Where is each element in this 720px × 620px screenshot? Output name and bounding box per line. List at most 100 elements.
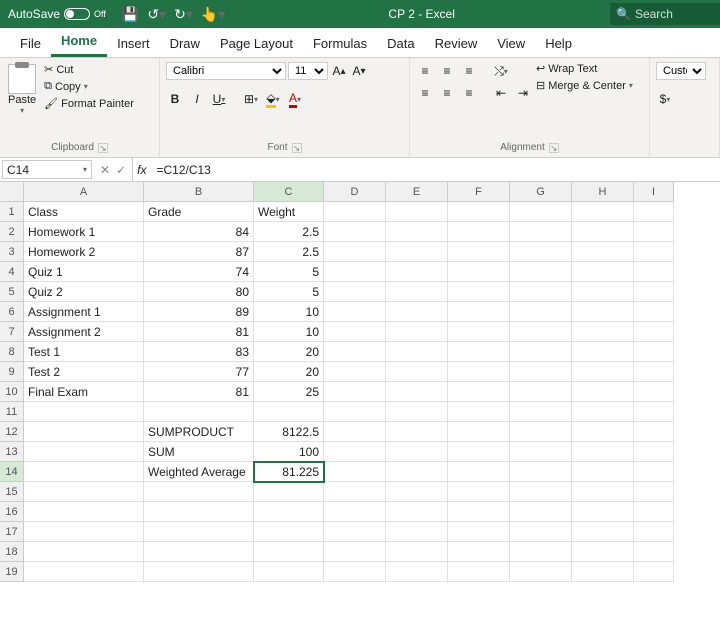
cell[interactable] [448, 462, 510, 482]
tab-data[interactable]: Data [377, 30, 424, 57]
cell[interactable]: Test 1 [24, 342, 144, 362]
tab-home[interactable]: Home [51, 27, 107, 57]
enter-icon[interactable]: ✓ [116, 163, 126, 177]
cell[interactable] [24, 482, 144, 502]
column-header[interactable]: H [572, 182, 634, 202]
cell[interactable] [572, 522, 634, 542]
cell[interactable] [448, 242, 510, 262]
cell[interactable] [324, 462, 386, 482]
decrease-indent-icon[interactable]: ⇤ [492, 84, 510, 102]
cell[interactable] [572, 422, 634, 442]
cell[interactable] [24, 502, 144, 522]
column-header[interactable]: A [24, 182, 144, 202]
cell[interactable]: 84 [144, 222, 254, 242]
touch-mode-icon[interactable]: 👆▾ [201, 6, 225, 23]
row-header[interactable]: 15 [0, 482, 24, 502]
cell[interactable] [572, 482, 634, 502]
cell[interactable] [510, 322, 572, 342]
cell[interactable] [254, 402, 324, 422]
row-header[interactable]: 10 [0, 382, 24, 402]
redo-icon[interactable]: ↻▾ [174, 6, 193, 23]
cell[interactable] [448, 342, 510, 362]
cell[interactable]: 81.225 [254, 462, 324, 482]
cell[interactable] [510, 562, 572, 582]
cell[interactable] [324, 422, 386, 442]
font-name-select[interactable]: Calibri [166, 62, 286, 80]
cell[interactable] [634, 322, 674, 342]
cell[interactable]: Homework 1 [24, 222, 144, 242]
cell[interactable]: 2.5 [254, 242, 324, 262]
cell[interactable]: 10 [254, 322, 324, 342]
cell[interactable] [324, 302, 386, 322]
row-header[interactable]: 17 [0, 522, 24, 542]
decrease-font-icon[interactable]: A▾ [350, 62, 368, 80]
cell[interactable] [324, 222, 386, 242]
cell[interactable] [324, 362, 386, 382]
cell[interactable]: Test 2 [24, 362, 144, 382]
name-box[interactable]: C14▾ [2, 160, 92, 179]
fill-color-button[interactable]: ⬙▾ [264, 90, 282, 108]
row-header[interactable]: 18 [0, 542, 24, 562]
row-header[interactable]: 8 [0, 342, 24, 362]
cell[interactable]: Final Exam [24, 382, 144, 402]
cell[interactable]: Homework 2 [24, 242, 144, 262]
cell[interactable] [448, 542, 510, 562]
cell[interactable]: Quiz 2 [24, 282, 144, 302]
tab-page-layout[interactable]: Page Layout [210, 30, 303, 57]
cell[interactable] [386, 442, 448, 462]
cell[interactable] [448, 302, 510, 322]
cell[interactable] [572, 502, 634, 522]
row-header[interactable]: 5 [0, 282, 24, 302]
orientation-icon[interactable]: ⤭▾ [492, 62, 510, 80]
cell[interactable]: 5 [254, 282, 324, 302]
cell[interactable]: Assignment 1 [24, 302, 144, 322]
worksheet-grid[interactable]: ABCDEFGHI 12345678910111213141516171819 … [0, 182, 720, 620]
cell[interactable] [510, 542, 572, 562]
row-header[interactable]: 13 [0, 442, 24, 462]
column-header[interactable]: C [254, 182, 324, 202]
cell[interactable] [572, 562, 634, 582]
cell[interactable] [510, 282, 572, 302]
cell[interactable] [144, 482, 254, 502]
cell[interactable] [510, 382, 572, 402]
font-size-select[interactable]: 11 [288, 62, 328, 80]
cell[interactable] [386, 542, 448, 562]
save-icon[interactable]: 💾 [122, 6, 139, 23]
cell[interactable] [634, 442, 674, 462]
cell[interactable] [448, 422, 510, 442]
cell[interactable] [572, 322, 634, 342]
column-header[interactable]: D [324, 182, 386, 202]
cell[interactable] [24, 422, 144, 442]
column-header[interactable]: F [448, 182, 510, 202]
borders-button[interactable]: ⊞▾ [242, 90, 260, 108]
cell[interactable] [144, 522, 254, 542]
cell[interactable]: 100 [254, 442, 324, 462]
cell[interactable]: 74 [144, 262, 254, 282]
cell[interactable] [510, 442, 572, 462]
cell[interactable] [448, 562, 510, 582]
align-top-icon[interactable]: ≡ [416, 62, 434, 80]
cell[interactable]: Class [24, 202, 144, 222]
cell[interactable] [386, 522, 448, 542]
tab-file[interactable]: File [10, 30, 51, 57]
row-header[interactable]: 16 [0, 502, 24, 522]
cell[interactable] [144, 502, 254, 522]
wrap-text-button[interactable]: ↩Wrap Text [536, 62, 633, 75]
cell[interactable]: 80 [144, 282, 254, 302]
cell[interactable] [386, 322, 448, 342]
row-header[interactable]: 2 [0, 222, 24, 242]
cell[interactable] [144, 402, 254, 422]
dialog-launcher-icon[interactable]: ↘ [292, 143, 302, 153]
cell[interactable] [386, 402, 448, 422]
cell[interactable] [386, 362, 448, 382]
cell[interactable] [510, 402, 572, 422]
cell[interactable] [634, 542, 674, 562]
tab-review[interactable]: Review [425, 30, 488, 57]
cell[interactable] [386, 462, 448, 482]
cell[interactable] [386, 202, 448, 222]
cell[interactable] [634, 382, 674, 402]
cell[interactable] [324, 242, 386, 262]
row-header[interactable]: 4 [0, 262, 24, 282]
cell[interactable] [448, 442, 510, 462]
copy-button[interactable]: ⧉Copy▾ [42, 79, 136, 94]
